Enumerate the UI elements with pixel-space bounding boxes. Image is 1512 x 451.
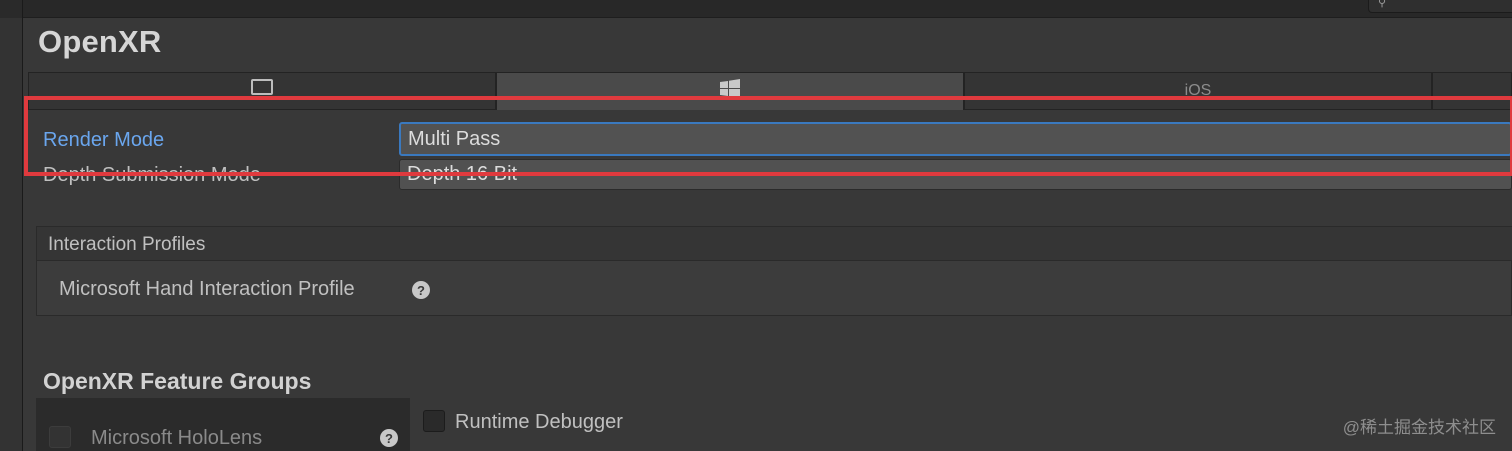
page-title: OpenXR [38,24,162,59]
runtime-debugger-label: Runtime Debugger [455,411,623,433]
feature-groups-title: OpenXR Feature Groups [43,368,312,394]
highlight-box [24,96,1512,176]
microsoft-hand-interaction-profile[interactable]: Microsoft Hand Interaction Profile [59,278,355,301]
top-toolbar-strip [0,0,1512,18]
interaction-profiles-title: Interaction Profiles [48,234,206,255]
help-icon[interactable]: ? [380,429,398,447]
microsoft-hololens-checkbox[interactable] [49,426,71,448]
search-icon: ⚲ [1378,0,1387,9]
watermark: @稀土掘金技术社区 [1342,418,1496,437]
microsoft-hololens-label: Microsoft HoloLens [91,427,263,449]
interaction-profiles-header [37,227,1512,261]
left-panel-edge-inner [0,18,22,451]
runtime-debugger-checkbox[interactable] [423,410,445,432]
help-icon[interactable]: ? [412,281,430,299]
search-field[interactable] [1368,0,1512,13]
